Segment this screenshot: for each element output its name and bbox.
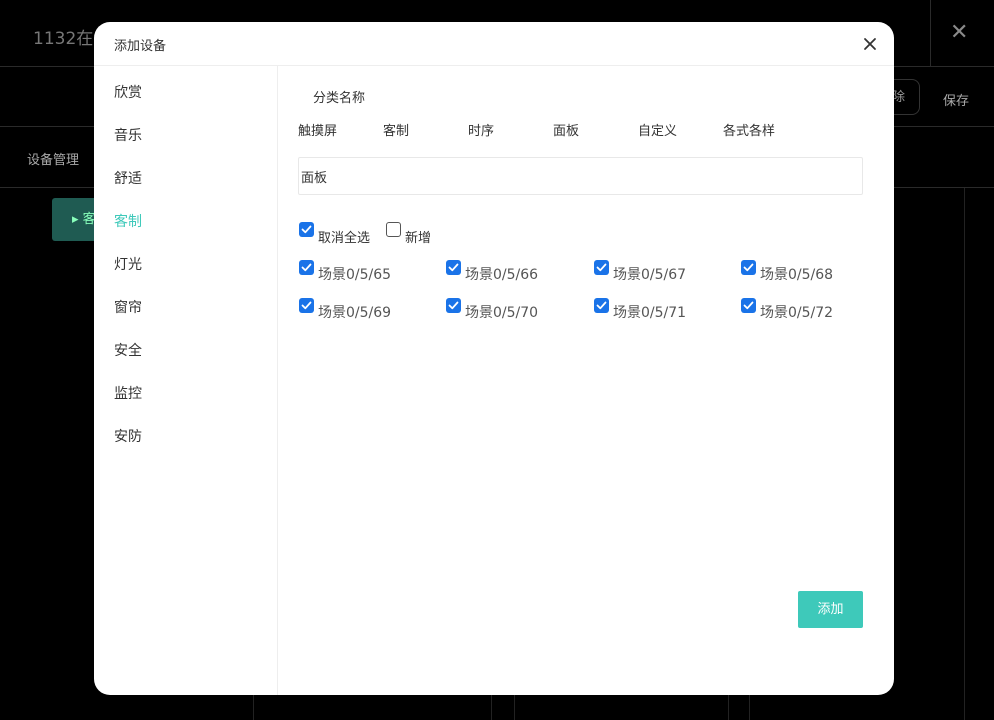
scene-label: 场景0/5/65	[318, 267, 392, 283]
sidebar-item-lighting[interactable]: 灯光	[114, 254, 142, 274]
sidebar-item-monitoring[interactable]: 监控	[114, 383, 142, 403]
tab-sequence[interactable]: 时序	[468, 120, 494, 139]
sidebar-item-security[interactable]: 安防	[114, 426, 142, 446]
select-all-checkbox[interactable]	[299, 222, 314, 237]
scene-checkbox[interactable]	[299, 298, 314, 313]
dialog-header: 添加设备	[94, 22, 894, 66]
background-save-button: 保存	[943, 94, 970, 109]
background-selected-item: ▸ 客	[52, 198, 100, 241]
scene-label: 场景0/5/70	[465, 305, 539, 321]
scene-checkbox[interactable]	[594, 298, 609, 313]
background-section-title: 设备管理	[27, 153, 80, 168]
sidebar-item-curtains[interactable]: 窗帘	[114, 297, 142, 317]
add-device-dialog: 添加设备 欣赏 音乐 舒适 客制 灯光 窗帘 安全 监控 安防 分类名称 触摸屏…	[94, 22, 894, 695]
category-sidebar: 欣赏 音乐 舒适 客制 灯光 窗帘 安全 监控 安防	[94, 66, 278, 695]
scene-checkbox[interactable]	[741, 298, 756, 313]
tab-panel[interactable]: 面板	[553, 120, 579, 139]
scene-checkbox[interactable]	[299, 260, 314, 275]
scene-checkbox[interactable]	[741, 260, 756, 275]
background-close-icon: ✕	[950, 20, 969, 45]
sidebar-item-custom[interactable]: 客制	[114, 211, 142, 231]
category-name-label: 分类名称	[313, 91, 366, 106]
sidebar-item-comfort[interactable]: 舒适	[114, 168, 142, 188]
sidebar-item-appreciate[interactable]: 欣赏	[114, 82, 142, 102]
background-divider	[930, 0, 931, 66]
background-column-line	[964, 188, 965, 720]
sidebar-item-music[interactable]: 音乐	[114, 125, 142, 145]
add-button[interactable]: 添加	[798, 591, 863, 628]
scene-checkbox[interactable]	[446, 260, 461, 275]
dialog-title: 添加设备	[114, 39, 167, 54]
tab-custom[interactable]: 客制	[383, 120, 409, 139]
scene-checkbox[interactable]	[594, 260, 609, 275]
tab-user-defined[interactable]: 自定义	[638, 120, 677, 139]
scene-label: 场景0/5/69	[318, 305, 392, 321]
sidebar-item-safety[interactable]: 安全	[114, 340, 142, 360]
add-new-checkbox[interactable]	[386, 222, 401, 237]
scene-label: 场景0/5/67	[613, 267, 687, 283]
scene-label: 场景0/5/72	[760, 305, 834, 321]
select-all-label: 取消全选	[318, 231, 371, 246]
tab-touchscreen[interactable]: 触摸屏	[298, 120, 337, 139]
add-new-label: 新增	[405, 231, 432, 246]
category-name-input[interactable]	[298, 157, 863, 195]
scene-label: 场景0/5/68	[760, 267, 834, 283]
scene-label: 场景0/5/71	[613, 305, 687, 321]
tab-miscellaneous[interactable]: 各式各样	[723, 120, 775, 139]
scene-checkbox[interactable]	[446, 298, 461, 313]
scene-label: 场景0/5/66	[465, 267, 539, 283]
close-icon[interactable]	[860, 34, 880, 54]
